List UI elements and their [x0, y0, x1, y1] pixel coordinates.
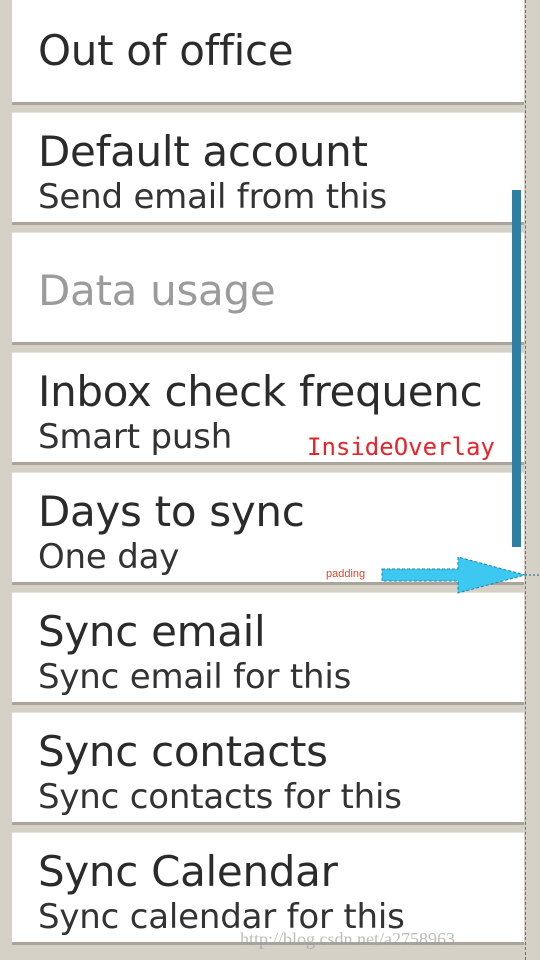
pref-summary: Smart push	[38, 417, 233, 457]
padding-boundary-line	[525, 0, 526, 960]
pref-title: Data usage	[38, 266, 276, 315]
pref-sync-email[interactable]: Sync email Sync email for this	[12, 592, 524, 705]
pref-title: Sync Calendar	[38, 847, 338, 896]
pref-summary: Sync contacts for this	[38, 777, 402, 817]
pref-data-usage: Data usage	[12, 232, 524, 345]
pref-title: Out of office	[38, 26, 294, 75]
pref-title: Days to sync	[38, 487, 305, 536]
pref-title: Sync email	[38, 607, 266, 656]
inside-overlay-annotation: InsideOverlay	[307, 433, 495, 461]
watermark-text: http://blog.csdn.net/a2758963	[240, 929, 455, 949]
arrow-right-icon	[381, 556, 539, 594]
pref-summary: Send email from this	[38, 177, 387, 217]
padding-annotation: padding	[326, 568, 366, 580]
pref-summary: One day	[38, 537, 180, 577]
pref-summary: Sync email for this	[38, 657, 352, 697]
pref-title: Inbox check frequenc	[38, 367, 483, 416]
vertical-scrollbar[interactable]	[512, 190, 521, 547]
pref-title: Sync contacts	[38, 727, 328, 776]
pref-out-of-office[interactable]: Out of office	[12, 0, 524, 105]
pref-title: Default account	[38, 127, 368, 176]
pref-default-account[interactable]: Default account Send email from this	[12, 112, 524, 225]
settings-list[interactable]: Out of office Default account Send email…	[12, 0, 524, 952]
pref-sync-contacts[interactable]: Sync contacts Sync contacts for this	[12, 712, 524, 825]
screen: Out of office Default account Send email…	[0, 0, 540, 960]
